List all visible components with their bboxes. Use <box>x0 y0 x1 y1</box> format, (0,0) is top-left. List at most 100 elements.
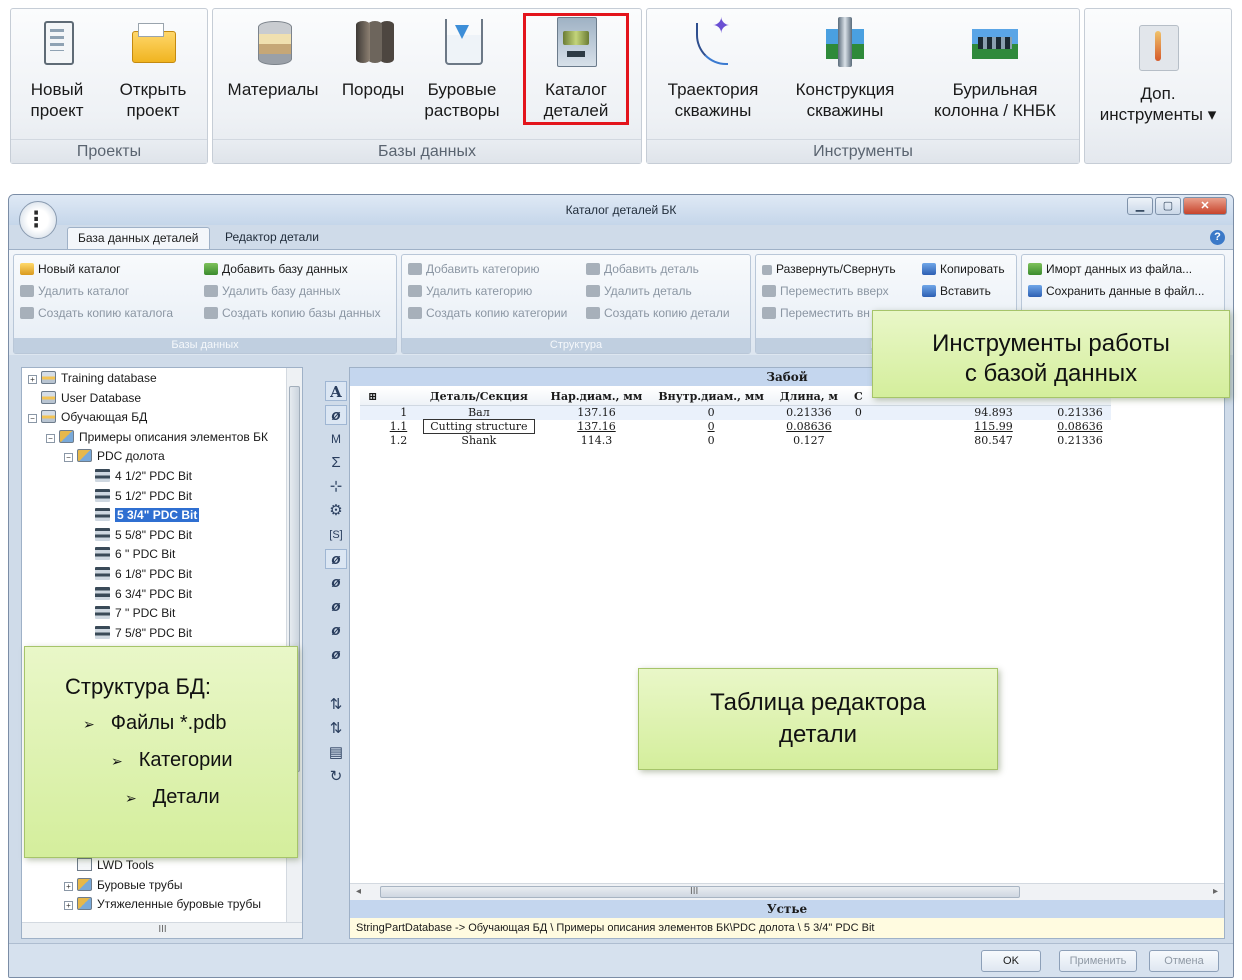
delete-category-button[interactable]: Удалить категорию <box>408 283 532 299</box>
length-cell[interactable]: 0.21336 <box>771 405 846 420</box>
tree-expander-icon[interactable]: + <box>64 901 73 911</box>
length-cell[interactable]: 0.127 <box>772 434 846 448</box>
move-rows-up-icon[interactable]: ⇅ <box>325 695 347 715</box>
app-menu-icon[interactable] <box>19 201 57 239</box>
materials-button[interactable]: Материалы <box>217 15 329 100</box>
active-cell-editor[interactable]: Cutting structure <box>423 419 535 434</box>
diameter-mode-icon[interactable]: ø <box>325 549 347 569</box>
outer-diameter-cell[interactable]: 137.16 <box>542 405 651 420</box>
section-icon[interactable]: [S] <box>325 525 347 545</box>
sum-icon[interactable]: Σ <box>325 453 347 473</box>
import-data-button[interactable]: Иморт данных из файла... <box>1028 261 1192 277</box>
new-catalog-button[interactable]: Новый каталог <box>20 261 121 277</box>
refresh-icon[interactable]: ↻ <box>325 767 347 787</box>
part-name-cell[interactable]: Shank <box>415 434 542 448</box>
move-up-button[interactable]: Переместить вверх <box>762 283 889 299</box>
tree-node[interactable]: 6 3/4" PDC Bit <box>82 585 192 603</box>
column-header-outer-diameter[interactable]: Нар.диам., мм <box>542 388 651 406</box>
add-part-button[interactable]: Добавить деталь <box>586 261 699 277</box>
hidden-col-1-cell[interactable]: 80.547 <box>871 434 1021 448</box>
calendar-icon[interactable]: ▤ <box>325 743 347 763</box>
trajectory-button[interactable]: Траектория скважины <box>653 15 773 121</box>
diameter-max-icon[interactable]: ø <box>325 621 347 641</box>
help-icon[interactable]: ? <box>1210 230 1225 245</box>
tab-part-editor[interactable]: Редактор детали <box>215 227 329 249</box>
tree-expander-icon[interactable]: + <box>64 881 73 891</box>
tree-expander-icon[interactable]: − <box>46 433 55 443</box>
tree-node[interactable]: 5 1/2" PDC Bit <box>82 487 192 505</box>
tree-node[interactable]: 7 " PDC Bit <box>82 604 175 622</box>
drill-string-button[interactable]: Бурильная колонна / КНБК <box>917 15 1073 121</box>
well-construction-button[interactable]: Конструкция скважины <box>777 15 913 121</box>
copy-part-button[interactable]: Создать копию детали <box>586 305 730 321</box>
tree-node[interactable]: 5 5/8" PDC Bit <box>82 526 192 544</box>
editor-horizontal-scrollbar[interactable]: ◂ III ▸ <box>350 883 1224 900</box>
row-number-cell[interactable]: 1.2 <box>360 434 415 448</box>
tree-node[interactable]: 5 3/4" PDC Bit <box>82 506 200 524</box>
length-cell[interactable]: 0.08636 <box>772 420 846 434</box>
expand-all-header[interactable]: ⊞ <box>360 388 416 406</box>
mass-icon[interactable]: M <box>325 429 347 449</box>
delete-catalog-button[interactable]: Удалить каталог <box>20 283 129 299</box>
tree-node[interactable]: − PDC долота <box>64 447 165 465</box>
tree-node[interactable]: 7 5/8" PDC Bit <box>82 624 192 642</box>
inner-diameter-cell[interactable]: 0 <box>650 420 772 434</box>
copy-database-button[interactable]: Создать копию базы данных <box>204 305 381 321</box>
maximize-button[interactable]: ▢ <box>1155 197 1181 215</box>
table-row[interactable]: 1.2 Shank 114.3 0 0.127 80.547 0.21336 <box>360 434 1111 448</box>
center-icon[interactable]: ⊹ <box>325 477 347 497</box>
table-row[interactable]: 1 Вал 137.16 0 0.21336 0 94.893 0.21336 <box>360 405 1111 420</box>
diameter-outer-icon[interactable]: ø <box>325 597 347 617</box>
hidden-col-1-cell[interactable]: 94.893 <box>870 405 1021 420</box>
add-category-button[interactable]: Добавить категорию <box>408 261 540 277</box>
tree-node[interactable]: + Буровые трубы <box>64 876 183 894</box>
settings-gear-icon[interactable]: ⚙ <box>325 501 347 521</box>
add-database-button[interactable]: Добавить базу данных <box>204 261 348 277</box>
delete-database-button[interactable]: Удалить базу данных <box>204 283 341 299</box>
column-header-part-section[interactable]: Деталь/Секция <box>415 388 543 406</box>
tree-expander-icon[interactable]: − <box>28 414 37 424</box>
new-project-button[interactable]: Новый проект <box>17 15 97 121</box>
extra-tools-button[interactable]: Доп. инструменты ▾ <box>1089 19 1227 125</box>
scrollbar-thumb[interactable] <box>380 886 1020 898</box>
inner-diameter-cell[interactable]: 0 <box>650 434 772 448</box>
delete-part-button[interactable]: Удалить деталь <box>586 283 692 299</box>
move-rows-down-icon[interactable]: ⇅ <box>325 719 347 739</box>
row-number-cell[interactable]: 1.1 <box>360 420 415 434</box>
row-number-cell[interactable]: 1 <box>360 405 416 420</box>
copy-category-button[interactable]: Создать копию категории <box>408 305 567 321</box>
diameter-inner-icon[interactable]: ø <box>325 573 347 593</box>
tree-expander-icon[interactable]: − <box>64 453 73 463</box>
copy-button[interactable]: Копировать <box>922 261 1005 277</box>
tree-node[interactable]: + Training database <box>28 369 157 387</box>
copy-catalog-button[interactable]: Создать копию каталога <box>20 305 173 321</box>
column-header-length[interactable]: Длина, м <box>771 388 846 406</box>
drilling-fluids-button[interactable]: Буровые растворы <box>419 15 505 121</box>
expand-collapse-button[interactable]: Развернуть/Свернуть <box>762 261 896 277</box>
scroll-right-arrow[interactable]: ▸ <box>1213 884 1218 900</box>
tab-parts-database[interactable]: База данных деталей <box>67 227 210 249</box>
minimize-button[interactable]: ▁ <box>1127 197 1153 215</box>
diameter-min-icon[interactable]: ø <box>325 645 347 665</box>
c-cell[interactable] <box>846 420 871 434</box>
c-cell[interactable]: 0 <box>845 405 871 420</box>
open-project-button[interactable]: Открыть проект <box>107 15 199 121</box>
hidden-col-1-cell[interactable]: 115.99 <box>871 420 1021 434</box>
paste-button[interactable]: Вставить <box>922 283 991 299</box>
apply-button[interactable]: Применить <box>1059 950 1137 972</box>
text-mode-icon[interactable]: A <box>325 381 347 401</box>
cancel-button[interactable]: Отмена <box>1149 950 1219 972</box>
close-button[interactable]: ✕ <box>1183 197 1227 215</box>
save-data-button[interactable]: Сохранить данные в файл... <box>1028 283 1205 299</box>
tree-node[interactable]: 6 " PDC Bit <box>82 545 175 563</box>
hidden-col-2-cell[interactable]: 0.21336 <box>1021 434 1111 448</box>
tree-expander-icon[interactable]: + <box>28 375 37 384</box>
c-cell[interactable] <box>846 434 871 448</box>
hidden-col-2-cell[interactable]: 0.08636 <box>1021 420 1111 434</box>
rocks-button[interactable]: Породы <box>335 15 411 100</box>
part-name-cell[interactable]: Вал <box>415 405 543 420</box>
outer-diameter-cell[interactable]: 137.16 <box>543 420 651 434</box>
column-header-c[interactable]: С <box>845 388 871 406</box>
tree-node[interactable]: − Примеры описания элементов БК <box>46 428 268 446</box>
tree-node[interactable]: User Database <box>28 389 141 407</box>
